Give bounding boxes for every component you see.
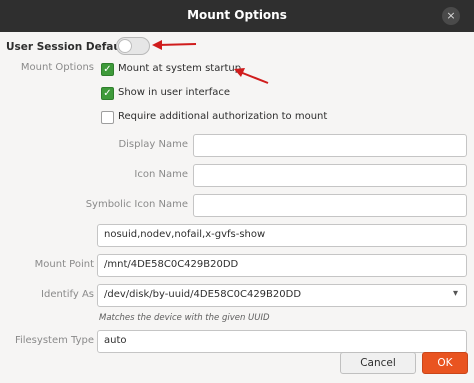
ok-button[interactable]: OK [422,352,468,374]
title-bar: Mount Options × [0,0,474,32]
display-name-label: Display Name [118,139,188,150]
annotation-arrow-icon [152,40,197,50]
mount-options-label: Mount Options [20,62,94,73]
mount-options-string-field[interactable]: nosuid,nodev,nofail,x-gvfs-show [97,224,467,247]
mount-point-field[interactable]: /mnt/4DE58C0C429B20DD [97,254,467,277]
show-in-ui-label: Show in user interface [118,87,231,98]
display-name-field[interactable] [193,134,467,157]
cancel-button[interactable]: Cancel [340,352,416,374]
identify-as-dropdown[interactable]: /dev/disk/by-uuid/4DE58C0C429B20DD ▾ [97,284,467,307]
mount-point-label: Mount Point [34,259,94,270]
identify-as-label: Identify As [41,289,94,300]
symbolic-icon-name-label: Symbolic Icon Name [85,199,188,210]
show-in-ui-checkbox[interactable]: ✓ [101,87,114,100]
filesystem-type-label: Filesystem Type [14,335,94,346]
symbolic-icon-name-field[interactable] [193,194,467,217]
toggle-knob [118,39,132,53]
mount-at-startup-label: Mount at system startup [118,63,242,74]
mount-at-startup-checkbox[interactable]: ✓ [101,63,114,76]
icon-name-field[interactable] [193,164,467,187]
require-authorization-checkbox[interactable] [101,111,114,124]
icon-name-label: Icon Name [134,169,188,180]
annotation-arrow-icon [234,68,269,84]
require-authorization-label: Require additional authorization to moun… [118,111,328,122]
identify-as-value: /dev/disk/by-uuid/4DE58C0C429B20DD [104,289,302,300]
close-icon[interactable]: × [442,7,460,25]
window-title: Mount Options [187,8,287,22]
identify-as-hint: Matches the device with the given UUID [99,313,270,323]
chevron-down-icon: ▾ [452,288,458,299]
filesystem-type-field[interactable]: auto [97,330,467,353]
user-session-defaults-toggle[interactable] [116,37,150,55]
dialog-content: User Session Defaults Mount Options ✓ Mo… [0,32,474,383]
